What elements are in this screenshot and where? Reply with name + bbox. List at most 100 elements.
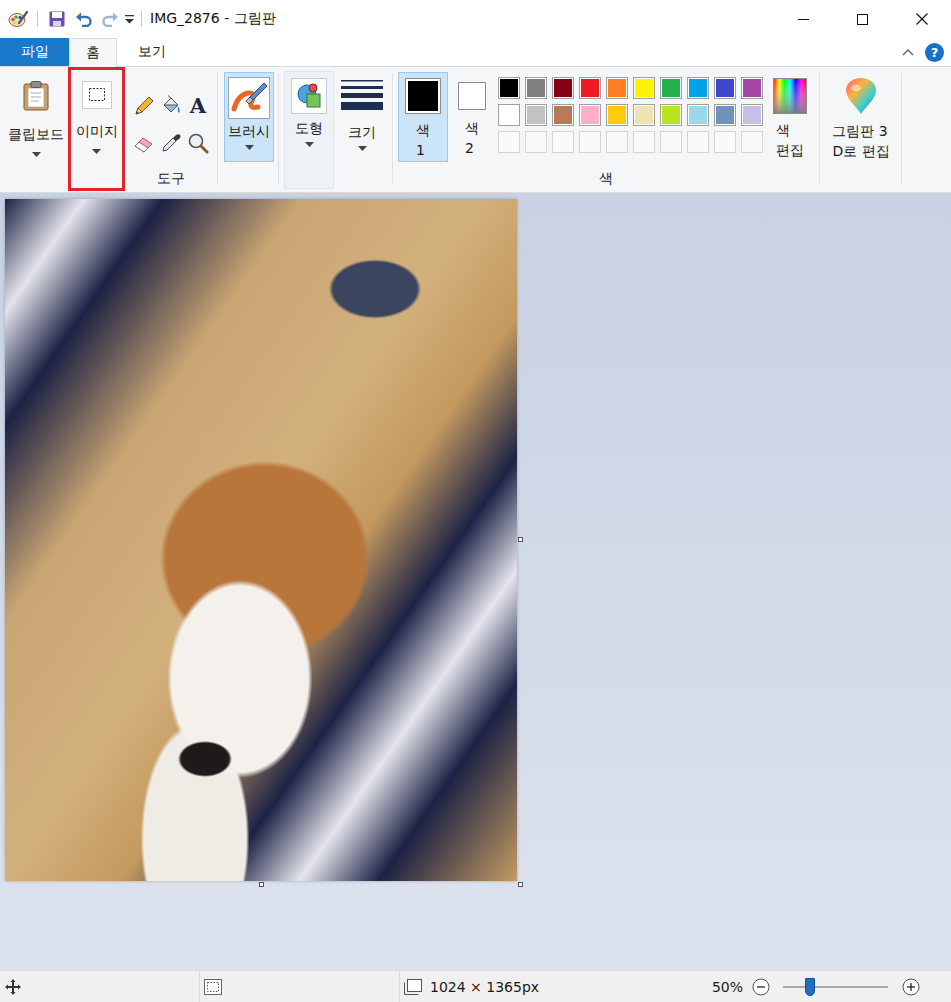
palette-swatch[interactable]: [714, 104, 736, 126]
fill-bucket-icon: [160, 95, 182, 117]
magnifier-tool[interactable]: [186, 131, 210, 155]
customize-quick-access-icon[interactable]: [125, 15, 134, 24]
clipboard-label: 클립보드: [8, 126, 64, 142]
zoom-thumb[interactable]: [805, 978, 815, 996]
brush-icon: [228, 77, 270, 119]
edit-in-paint3d-button[interactable]: 그림판 3 D로 편집: [823, 67, 899, 192]
ribbon-tab[interactable]: 보기: [127, 38, 177, 66]
palette-swatch[interactable]: [633, 77, 655, 99]
palette-swatch[interactable]: [714, 77, 736, 99]
fill-tool[interactable]: [159, 94, 183, 118]
tab-label: 홈: [86, 44, 100, 62]
palette-swatch[interactable]: [687, 77, 709, 99]
paint-app-icon[interactable]: [8, 10, 28, 28]
dropdown-arrow-icon: [92, 149, 101, 154]
cursor-position-section: [0, 971, 200, 1002]
color2-button[interactable]: 색 2: [450, 72, 494, 162]
zoom-in-icon[interactable]: [902, 978, 920, 996]
color1-button[interactable]: 색 1: [398, 72, 448, 162]
file-menu-label: 파일: [21, 43, 49, 61]
line-size-icon: [341, 78, 383, 112]
close-button[interactable]: [892, 0, 951, 38]
redo-icon[interactable]: [101, 11, 119, 27]
color2-button-swatch: [458, 82, 486, 110]
ribbon-tab[interactable]: 홈: [69, 38, 117, 67]
palette-swatch[interactable]: [579, 104, 601, 126]
clipboard-button[interactable]: 클립보드: [5, 67, 67, 192]
palette-swatch[interactable]: [741, 104, 763, 126]
maximize-button[interactable]: [833, 0, 892, 38]
custom-color-slot[interactable]: [687, 131, 709, 153]
palette-swatch[interactable]: [525, 77, 547, 99]
container: 도형: [295, 118, 323, 138]
shapes-label: 도형: [295, 120, 323, 136]
custom-color-slot[interactable]: [741, 131, 763, 153]
container: 그림판 3 D로 편집: [832, 121, 889, 161]
palette-swatch[interactable]: [660, 77, 682, 99]
container: 이미지: [76, 121, 118, 141]
file-menu-button[interactable]: 파일: [0, 38, 69, 66]
custom-color-slot[interactable]: [552, 131, 574, 153]
brush-button[interactable]: 브러시: [224, 72, 274, 162]
size-button[interactable]: 크기: [338, 67, 386, 192]
custom-color-slot[interactable]: [498, 131, 520, 153]
custom-color-slot[interactable]: [525, 131, 547, 153]
palette-swatch[interactable]: [579, 77, 601, 99]
resize-handle[interactable]: [518, 537, 523, 542]
edit-colors-button[interactable]: 색 편집: [767, 67, 813, 160]
pencil-tool[interactable]: [132, 94, 156, 118]
image-button[interactable]: 이미지: [68, 67, 125, 191]
save-icon[interactable]: [49, 11, 65, 27]
palette-swatch[interactable]: [687, 104, 709, 126]
palette-swatch[interactable]: [660, 104, 682, 126]
eraser-tool[interactable]: [132, 131, 156, 155]
custom-color-slot[interactable]: [660, 131, 682, 153]
color1-button-swatch: [405, 78, 441, 114]
selection-size-icon: [204, 979, 222, 995]
resize-handle[interactable]: [259, 882, 264, 887]
selection-size-section: [200, 971, 400, 1002]
shapes-icon: [291, 78, 327, 114]
palette-swatch[interactable]: [498, 104, 520, 126]
undo-icon[interactable]: [75, 11, 93, 27]
custom-color-slot[interactable]: [633, 131, 655, 153]
palette-swatch[interactable]: [606, 104, 628, 126]
edit-colors-label: 색 편집: [776, 122, 804, 158]
custom-color-slot[interactable]: [606, 131, 628, 153]
spacer: [177, 38, 901, 66]
custom-color-slot[interactable]: [579, 131, 601, 153]
custom-color-slot[interactable]: [714, 131, 736, 153]
pencil-icon: [133, 95, 155, 117]
resize-handle[interactable]: [518, 882, 523, 887]
palette-swatch[interactable]: [552, 104, 574, 126]
text-tool[interactable]: A: [186, 94, 210, 118]
separator: [901, 73, 902, 185]
container: 색 편집: [776, 120, 804, 160]
eraser-icon: [133, 132, 155, 154]
maximize-icon: [857, 14, 868, 25]
palette-swatch[interactable]: [633, 104, 655, 126]
minimize-button[interactable]: [774, 0, 833, 38]
palette-swatch[interactable]: [741, 77, 763, 99]
rainbow-palette-icon: [773, 78, 807, 114]
ribbon: 클립보드이미지A도구브러시도형크기색 1색 2색 편집색그림판 3 D로 편집: [0, 66, 951, 193]
palette-swatch[interactable]: [552, 77, 574, 99]
colors-group: 색 1색 2색 편집색: [398, 67, 813, 192]
palette-swatch[interactable]: [525, 104, 547, 126]
tools-grid: A: [131, 87, 212, 161]
collapse-ribbon-icon[interactable]: [901, 48, 915, 56]
separator: [278, 73, 279, 185]
brush-label: 브러시: [228, 123, 270, 139]
container: 색 2: [450, 72, 494, 162]
zoom-slider[interactable]: [783, 978, 888, 996]
zoom-percent: 50%: [712, 979, 743, 995]
minimize-icon: [798, 14, 809, 25]
help-button[interactable]: ?: [925, 43, 944, 62]
palette-swatch[interactable]: [498, 77, 520, 99]
zoom-out-icon[interactable]: [752, 978, 770, 996]
picker-tool[interactable]: [159, 131, 183, 155]
shapes-button[interactable]: 도형: [284, 71, 334, 189]
container: 브러시: [228, 121, 270, 141]
palette-swatch[interactable]: [606, 77, 628, 99]
container: 색 1: [398, 72, 448, 162]
